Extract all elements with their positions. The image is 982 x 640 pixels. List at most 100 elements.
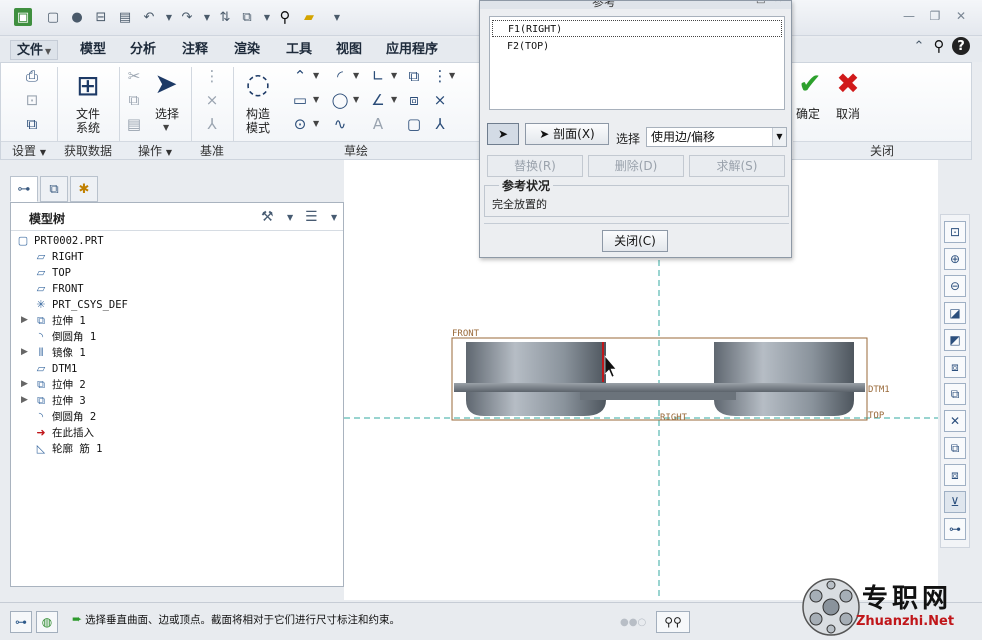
open-folder-icon[interactable]: ⊟ <box>92 8 110 26</box>
solve-button[interactable]: 求解(S) <box>689 155 785 177</box>
saved-orientations-icon[interactable]: ⧈ <box>944 356 966 378</box>
tree-item[interactable]: ▱ FRONT <box>33 281 84 297</box>
tab-annotate[interactable]: 注释 <box>176 40 214 60</box>
palette-icon[interactable]: ▢ <box>405 115 423 133</box>
view-manager-icon[interactable]: ⧉ <box>944 383 966 405</box>
search-icon[interactable]: ⚲ <box>276 8 294 26</box>
reference-item[interactable]: F2(TOP) <box>492 38 782 55</box>
confirm-button-label[interactable]: 确定 <box>787 107 829 121</box>
tree-item[interactable]: ◝ 倒圆角 1 <box>33 329 96 345</box>
tree-item[interactable]: ➜ 在此插入 <box>33 425 94 441</box>
annotation-display-icon[interactable]: ⧉ <box>944 437 966 459</box>
windows-dropdown-icon[interactable]: ▼ <box>258 8 276 26</box>
tree-item[interactable]: ▢ PRT0002.PRT <box>15 233 104 249</box>
ellipse-dropdown-icon[interactable]: ▼ <box>353 95 359 104</box>
select-mode-dropdown[interactable]: 使用边/偏移 ▼ <box>646 127 787 147</box>
left-boss[interactable] <box>466 342 606 416</box>
sketch-view-toggle-icon[interactable]: ⊻ <box>944 491 966 513</box>
construction-mode-label-2[interactable]: 模式 <box>235 121 281 135</box>
window-close-icon[interactable]: ✕ <box>950 6 972 26</box>
open-icon[interactable]: ● <box>68 8 86 26</box>
minimize-icon[interactable]: — <box>898 6 920 26</box>
datum-point-icon[interactable]: × <box>203 91 221 109</box>
select-arrow-icon[interactable]: ➤ <box>149 67 183 101</box>
expand-arrow-icon[interactable]: ▶ <box>21 347 28 357</box>
customize-dropdown-icon[interactable]: ▼ <box>328 8 346 26</box>
dialog-close-button[interactable]: 关闭(C) <box>602 230 668 252</box>
navigator-toggle-icon[interactable]: ⊶ <box>10 611 32 633</box>
new-file-icon[interactable]: ▢ <box>44 8 62 26</box>
select-button-label[interactable]: 选择 <box>147 107 187 121</box>
group-operations[interactable]: 操作 ▼ <box>119 141 191 159</box>
centerline-sketch-icon[interactable]: ⋮ <box>431 67 449 85</box>
redo-icon[interactable]: ↷ <box>178 8 196 26</box>
tree-item[interactable]: ✳ PRT_CSYS_DEF <box>33 297 127 313</box>
save-icon[interactable]: ▤ <box>116 8 134 26</box>
chamfer-dropdown-icon[interactable]: ▼ <box>391 95 397 104</box>
group-settings[interactable]: 设置 ▼ <box>1 141 57 159</box>
restore-icon[interactable]: ❐ <box>924 6 946 26</box>
rectangle-icon[interactable]: ▭ <box>291 91 309 109</box>
sketch-view-icon[interactable]: ⧉ <box>23 115 41 133</box>
chamfer-icon[interactable]: ∠ <box>369 91 387 109</box>
rib[interactable] <box>580 392 736 400</box>
folder-browser-tab-icon[interactable]: ⧉ <box>40 176 68 202</box>
regenerate-icon[interactable]: ⇅ <box>216 8 234 26</box>
circle-icon[interactable]: ⊙ <box>291 115 309 133</box>
file-system-label-1[interactable]: 文件 <box>65 107 111 121</box>
undo-icon[interactable]: ↶ <box>140 8 158 26</box>
dialog-title-bar[interactable]: 参考 — □ ✕ <box>480 1 791 9</box>
thicken-icon[interactable]: ⧈ <box>405 91 423 109</box>
line-dropdown-icon[interactable]: ▼ <box>313 71 319 80</box>
tree-settings-icon[interactable]: ⚒ <box>261 209 274 225</box>
tab-render[interactable]: 渲染 <box>228 40 266 60</box>
expand-arrow-icon[interactable]: ▶ <box>21 395 28 405</box>
tree-settings-dropdown-icon[interactable]: ▼ <box>287 213 293 222</box>
display-style-icon[interactable]: ◩ <box>944 329 966 351</box>
spline-icon[interactable]: ∿ <box>331 115 349 133</box>
replace-button[interactable]: 替换(R) <box>487 155 583 177</box>
reference-list[interactable]: F1(RIGHT) F2(TOP) <box>489 16 785 110</box>
coordinate-system-icon[interactable]: ⅄ <box>431 115 449 133</box>
sketch-setup-icon[interactable]: ⎙ <box>23 67 41 85</box>
confirm-check-icon[interactable]: ✔ <box>793 67 827 101</box>
delete-button[interactable]: 删除(D) <box>588 155 684 177</box>
ribbon-search-icon[interactable]: ⚲ <box>930 37 948 55</box>
tree-item[interactable]: ▱ DTM1 <box>33 361 78 377</box>
repaint-icon[interactable]: ◪ <box>944 302 966 324</box>
collapse-ribbon-icon[interactable]: ⌃ <box>910 37 928 55</box>
select-dropdown-icon[interactable]: ▼ <box>163 123 169 132</box>
tree-item[interactable]: ⧉ 拉伸 2 <box>33 377 86 393</box>
point-icon[interactable]: × <box>431 91 449 109</box>
circle-dropdown-icon[interactable]: ▼ <box>313 119 319 128</box>
construction-mode-icon[interactable]: ◌ <box>241 67 275 101</box>
datum-csys-icon[interactable]: ⅄ <box>203 115 221 133</box>
centerline-icon[interactable]: ⋮ <box>203 67 221 85</box>
zoom-out-icon[interactable]: ⊖ <box>944 275 966 297</box>
tab-analysis[interactable]: 分析 <box>124 40 162 60</box>
sketcher-display-icon[interactable]: ⧈ <box>944 464 966 486</box>
windows-icon[interactable]: ⧉ <box>238 8 256 26</box>
tab-model[interactable]: 模型 <box>74 40 112 60</box>
tree-item[interactable]: ▱ TOP <box>33 265 71 281</box>
reference-item[interactable]: F1(RIGHT) <box>492 20 782 37</box>
spin-center-icon[interactable]: ⊶ <box>944 518 966 540</box>
cancel-button-label[interactable]: 取消 <box>827 107 869 121</box>
dialog-close-icon[interactable]: ✕ <box>774 1 782 5</box>
tree-item[interactable]: ⧉ 拉伸 1 <box>33 313 86 329</box>
tree-show-dropdown-icon[interactable]: ▼ <box>331 213 337 222</box>
offset-icon[interactable]: ⧉ <box>405 67 423 85</box>
tree-item[interactable]: ◺ 轮廓 筋 1 <box>33 441 103 457</box>
help-icon[interactable]: ? <box>952 37 970 55</box>
tree-show-icon[interactable]: ☰ <box>305 209 318 225</box>
centerline-dropdown-icon[interactable]: ▼ <box>449 71 455 80</box>
arc-dropdown-icon[interactable]: ▼ <box>353 71 359 80</box>
fillet-dropdown-icon[interactable]: ▼ <box>391 71 397 80</box>
tree-item[interactable]: ▱ RIGHT <box>33 249 84 265</box>
browser-toggle-icon[interactable]: ◍ <box>36 611 58 633</box>
cut-icon[interactable]: ✂ <box>125 67 143 85</box>
right-boss[interactable] <box>714 342 854 416</box>
dialog-maximize-icon[interactable]: □ <box>756 1 765 5</box>
rectangle-dropdown-icon[interactable]: ▼ <box>313 95 319 104</box>
zoom-in-icon[interactable]: ⊕ <box>944 248 966 270</box>
